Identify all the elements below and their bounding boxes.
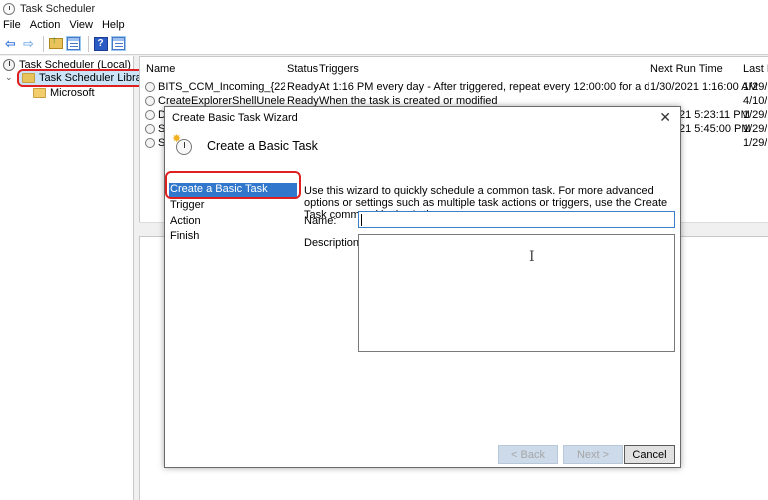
step-trigger: Trigger (170, 199, 205, 211)
back-button[interactable]: < Back (498, 445, 558, 464)
cancel-button[interactable]: Cancel (624, 445, 675, 464)
step-action: Action (170, 215, 201, 227)
task-next-run: 21 5:23:11 PM (679, 109, 750, 121)
help-icon: ? (93, 36, 108, 51)
task-last-run: 1/29/ (743, 137, 768, 149)
task-last-run: 4/10/ (743, 95, 768, 107)
column-header-next-run-time[interactable]: Next Run Time (650, 63, 723, 75)
task-name: BITS_CCM_Incoming_{225A7... (158, 81, 285, 93)
close-icon[interactable]: ✕ (659, 109, 671, 126)
console-tree: Task Scheduler (Local) ⌄ Task Scheduler … (0, 56, 156, 500)
menu-file[interactable]: File (3, 19, 21, 31)
wizard-clock-icon: ✸ (172, 133, 193, 155)
task-clock-icon (145, 138, 155, 148)
window-title: Task Scheduler (20, 2, 96, 15)
console-tree-icon (67, 37, 80, 50)
clock-icon (3, 58, 15, 71)
name-label: Name: (304, 215, 337, 227)
toolbar-separator (88, 35, 89, 52)
show-hide-console-tree-button[interactable] (66, 36, 81, 51)
star-icon: ✸ (172, 133, 182, 145)
toolbar-separator (43, 35, 44, 52)
task-clock-icon (145, 124, 155, 134)
column-header-triggers[interactable]: Triggers (319, 63, 359, 75)
menu-view[interactable]: View (69, 19, 93, 31)
show-hide-action-pane-button[interactable] (111, 36, 126, 51)
step-finish: Finish (170, 230, 200, 242)
task-triggers: At 1:16 PM every day - After triggered, … (319, 81, 649, 93)
column-header-status[interactable]: Status (287, 63, 318, 75)
next-button[interactable]: Next > (563, 445, 623, 464)
column-header-last-run[interactable]: Last R (743, 63, 768, 75)
task-last-run: 1/29/ (743, 81, 768, 93)
task-last-run: 1/29/ (743, 123, 768, 135)
tree-item-label: Microsoft (50, 86, 95, 99)
dialog-title: Create Basic Task Wizard (172, 112, 298, 124)
tree-item-label: Task Scheduler Library (39, 71, 151, 84)
task-clock-icon (145, 96, 155, 106)
back-arrow-icon[interactable]: ⇦ (3, 36, 18, 51)
task-next-run: 21 5:45:00 PM (679, 123, 751, 135)
folder-up-icon (48, 35, 63, 49)
ibeam-cursor-icon: I (529, 249, 535, 265)
column-header-name[interactable]: Name (146, 63, 175, 75)
chevron-down-icon[interactable]: ⌄ (5, 72, 15, 83)
dialog-header: ✸ Create a Basic Task (165, 127, 680, 175)
task-clock-icon (145, 82, 155, 92)
tree-item-task-scheduler-library[interactable]: ⌄ Task Scheduler Library (5, 68, 156, 87)
create-basic-task-wizard: Create Basic Task Wizard ✕ ✸ Create a Ba… (164, 106, 681, 468)
wizard-steps: Create a Basic Task Trigger Action Finis… (165, 175, 298, 465)
menu-bar: File Action View Help (0, 17, 768, 33)
folder-icon (22, 72, 35, 83)
description-label: Description: (304, 237, 363, 249)
table-row[interactable]: BITS_CCM_Incoming_{225A7... Ready At 1:1… (140, 81, 768, 95)
task-scheduler-clock-icon (3, 2, 15, 15)
forward-arrow-icon[interactable]: ⇨ (21, 36, 36, 51)
text-caret (361, 214, 362, 226)
action-pane-icon (112, 37, 125, 50)
active-step-highlight (165, 171, 301, 199)
window-title-bar: Task Scheduler (0, 0, 768, 17)
library-highlight[interactable]: Task Scheduler Library (17, 68, 156, 87)
task-list-header: Name Status Triggers Next Run Time Last … (140, 57, 768, 79)
task-last-run: 1/29/ (743, 109, 768, 121)
task-clock-icon (145, 110, 155, 120)
folder-icon (33, 87, 46, 98)
task-next-run: 1/30/2021 1:16:00 AM (650, 81, 758, 93)
name-input[interactable] (358, 211, 675, 228)
tree-item-microsoft[interactable]: Microsoft (33, 85, 95, 100)
dialog-heading: Create a Basic Task (207, 139, 318, 153)
folder-up-button[interactable] (48, 35, 63, 51)
task-status: Ready (287, 81, 319, 93)
description-input[interactable]: I (358, 234, 675, 352)
help-button[interactable]: ? (93, 36, 108, 51)
menu-action[interactable]: Action (30, 19, 61, 31)
menu-help[interactable]: Help (102, 19, 125, 31)
toolbar: ⇦ ⇨ ? (0, 33, 768, 55)
